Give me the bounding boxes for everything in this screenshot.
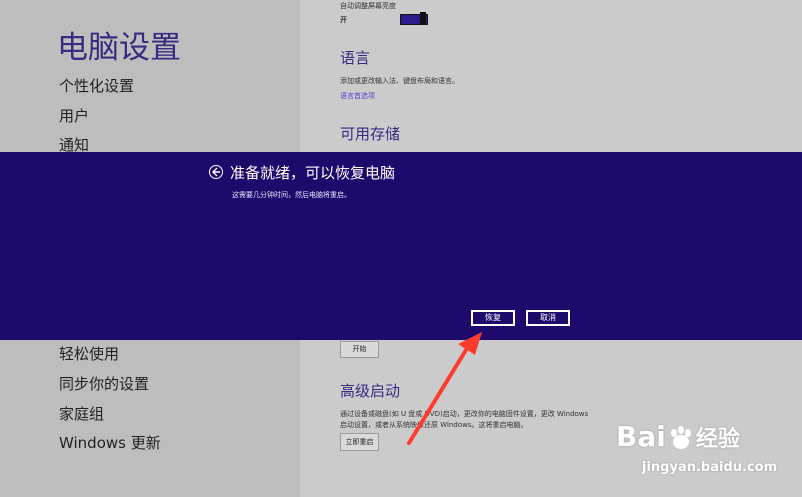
- paw-icon: [666, 425, 696, 451]
- watermark-brand: Bai 经验: [616, 420, 740, 453]
- watermark-brand-text: Bai: [616, 420, 666, 453]
- watermark-url: jingyan.baidu.com: [642, 460, 778, 475]
- watermark-suffix-text: 经验: [695, 427, 740, 452]
